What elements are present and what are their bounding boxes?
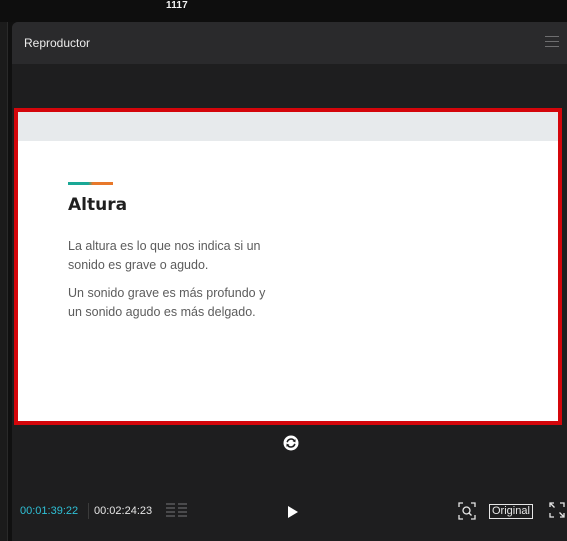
panel-header: Reproductor (12, 22, 567, 64)
top-bar: 1117 (0, 0, 567, 22)
chapters-icon[interactable] (166, 503, 188, 518)
slide-heading: Altura (68, 195, 128, 215)
heading-accent-line (68, 182, 113, 185)
fullscreen-icon[interactable] (549, 502, 565, 518)
time-divider (88, 503, 89, 519)
total-time: 00:02:24:23 (94, 505, 153, 517)
playback-controls: 00:01:39:22 00:02:24:23 Original (12, 492, 567, 532)
slide-stage[interactable]: Altura La altura es lo que nos indica si… (14, 108, 562, 425)
focus-icon[interactable] (458, 502, 476, 520)
slide-paragraph: La altura es lo que nos indica si un son… (68, 239, 261, 272)
left-panel-edge (0, 22, 8, 541)
panel-title: Reproductor (24, 36, 91, 50)
slide-top-band (18, 112, 558, 141)
menu-icon[interactable] (545, 36, 559, 48)
play-icon[interactable] (286, 504, 300, 520)
replay-icon[interactable] (283, 435, 299, 451)
slide-paragraph: Un sonido grave es más profundo y un son… (68, 286, 266, 319)
original-size-button[interactable]: Original (489, 504, 533, 519)
current-time: 00:01:39:22 (20, 505, 79, 517)
player-panel: Reproductor Altura La altura es lo que n… (12, 22, 567, 541)
top-counter: 1117 (166, 0, 188, 11)
